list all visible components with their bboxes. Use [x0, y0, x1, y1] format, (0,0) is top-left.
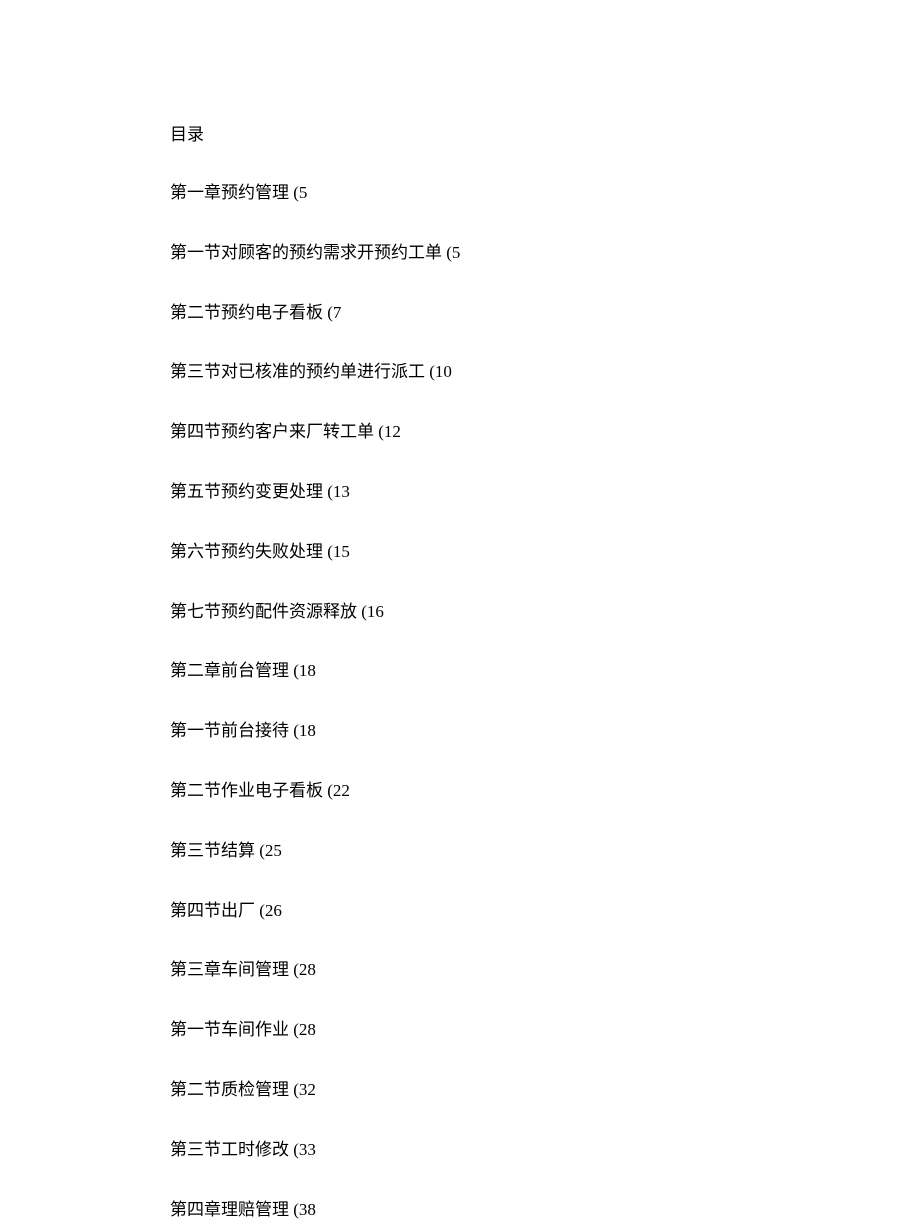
toc-entry-page: 18 — [299, 661, 316, 680]
toc-entry-label: 第三章车间管理 — [170, 960, 289, 979]
toc-entry: 第四节预约客户来厂转工单 (12 — [170, 420, 750, 444]
toc-entry-label: 第六节预约失败处理 — [170, 542, 323, 561]
toc-entry-page: 12 — [384, 422, 401, 441]
toc-entry-label: 第三节结算 — [170, 841, 255, 860]
toc-entry-separator: ( — [323, 781, 333, 800]
toc-entry: 第二节作业电子看板 (22 — [170, 779, 750, 803]
toc-entry-label: 第一节对顾客的预约需求开预约工单 — [170, 243, 442, 262]
toc-entry: 第三节工时修改 (33 — [170, 1138, 750, 1162]
toc-entry-separator: ( — [357, 602, 367, 621]
toc-entry-label: 第三节对已核准的预约单进行派工 — [170, 362, 425, 381]
toc-entry: 第六节预约失败处理 (15 — [170, 540, 750, 564]
toc-entry-separator: ( — [425, 362, 435, 381]
toc-entry-label: 第二章前台管理 — [170, 661, 289, 680]
toc-entry-label: 第二节质检管理 — [170, 1080, 289, 1099]
toc-entry-separator: ( — [323, 482, 333, 501]
toc-entry: 第五节预约变更处理 (13 — [170, 480, 750, 504]
toc-entry-label: 第四章理赔管理 — [170, 1200, 289, 1219]
toc-entry-page: 13 — [333, 482, 350, 501]
toc-entry-page: 28 — [299, 1020, 316, 1039]
toc-entry-label: 第三节工时修改 — [170, 1140, 289, 1159]
toc-entry: 第一节对顾客的预约需求开预约工单 (5 — [170, 241, 750, 265]
toc-entry-separator: ( — [289, 1020, 299, 1039]
toc-entry: 第三节结算 (25 — [170, 839, 750, 863]
toc-entry-separator: ( — [289, 1140, 299, 1159]
toc-entry-page: 26 — [265, 901, 282, 920]
toc-entry: 第二章前台管理 (18 — [170, 659, 750, 683]
toc-entry-label: 第二节作业电子看板 — [170, 781, 323, 800]
toc-entry: 第二节质检管理 (32 — [170, 1078, 750, 1102]
toc-entry-label: 第一节车间作业 — [170, 1020, 289, 1039]
toc-entry-page: 32 — [299, 1080, 316, 1099]
toc-entry: 第四章理赔管理 (38 — [170, 1198, 750, 1221]
toc-entry: 第四节出厂 (26 — [170, 899, 750, 923]
toc-entry-label: 第一节前台接待 — [170, 721, 289, 740]
toc-entry-page: 33 — [299, 1140, 316, 1159]
toc-title: 目录 — [170, 120, 750, 145]
toc-entry: 第一章预约管理 (5 — [170, 181, 750, 205]
toc-entry-label: 第七节预约配件资源释放 — [170, 602, 357, 621]
toc-entry-separator: ( — [289, 1080, 299, 1099]
toc-entry: 第一节前台接待 (18 — [170, 719, 750, 743]
toc-entry-separator: ( — [442, 243, 452, 262]
toc-entry-page: 15 — [333, 542, 350, 561]
toc-entry-separator: ( — [255, 841, 265, 860]
toc-entry-page: 28 — [299, 960, 316, 979]
toc-entry-separator: ( — [289, 1200, 299, 1219]
toc-entry-page: 25 — [265, 841, 282, 860]
toc-entry-separator: ( — [323, 303, 333, 322]
toc-entry: 第三章车间管理 (28 — [170, 958, 750, 982]
toc-entry-page: 38 — [299, 1200, 316, 1219]
toc-list: 第一章预约管理 (5第一节对顾客的预约需求开预约工单 (5第二节预约电子看板 (… — [170, 181, 750, 1221]
toc-entry-separator: ( — [289, 661, 299, 680]
toc-entry: 第三节对已核准的预约单进行派工 (10 — [170, 360, 750, 384]
toc-entry-label: 第五节预约变更处理 — [170, 482, 323, 501]
toc-entry-page: 16 — [367, 602, 384, 621]
toc-entry-page: 5 — [452, 243, 461, 262]
toc-entry-label: 第四节预约客户来厂转工单 — [170, 422, 374, 441]
toc-entry-page: 5 — [299, 183, 308, 202]
toc-entry-label: 第二节预约电子看板 — [170, 303, 323, 322]
toc-entry: 第一节车间作业 (28 — [170, 1018, 750, 1042]
toc-entry: 第二节预约电子看板 (7 — [170, 301, 750, 325]
toc-entry-separator: ( — [323, 542, 333, 561]
toc-entry-separator: ( — [374, 422, 384, 441]
toc-entry-separator: ( — [289, 721, 299, 740]
toc-entry-label: 第四节出厂 — [170, 901, 255, 920]
toc-entry-page: 10 — [435, 362, 452, 381]
toc-entry-separator: ( — [289, 183, 299, 202]
toc-entry-separator: ( — [255, 901, 265, 920]
toc-entry-page: 22 — [333, 781, 350, 800]
toc-entry-page: 7 — [333, 303, 342, 322]
toc-entry-page: 18 — [299, 721, 316, 740]
toc-entry-label: 第一章预约管理 — [170, 183, 289, 202]
toc-entry-separator: ( — [289, 960, 299, 979]
toc-entry: 第七节预约配件资源释放 (16 — [170, 600, 750, 624]
